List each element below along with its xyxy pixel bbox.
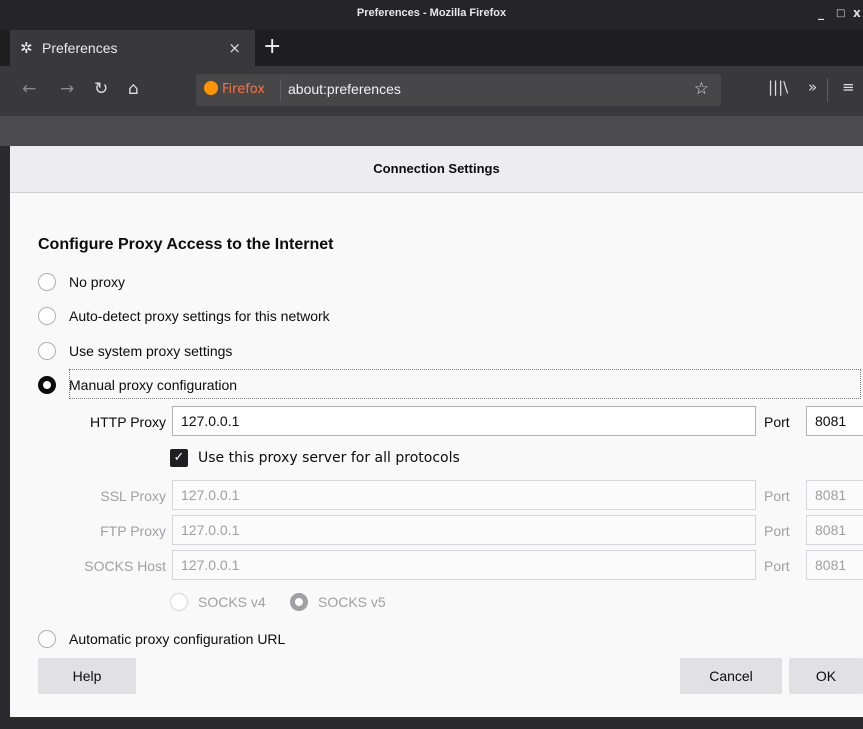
radio-label: SOCKS v4 [198, 594, 266, 610]
ftp-port-input[interactable]: 8081 [806, 515, 863, 545]
navigation-bar: ← → ↻ ⌂ Firefox about:preferences ☆ |||\… [0, 66, 863, 116]
window-titlebar: Preferences - Mozilla Firefox _ □ x [0, 0, 863, 30]
radio-button-selected[interactable] [290, 593, 308, 611]
window-bottom-edge [0, 717, 863, 729]
maximize-icon[interactable]: □ [836, 8, 845, 19]
http-port-input[interactable]: 8081 [806, 406, 863, 436]
socks-host-input[interactable]: 127.0.0.1 [172, 550, 756, 580]
ssl-proxy-label: SSL Proxy [100, 488, 166, 504]
radio-label: Use system proxy settings [69, 343, 233, 359]
connection-settings-dialog: Connection Settings Configure Proxy Acce… [10, 146, 863, 717]
page-background [0, 116, 863, 146]
firefox-identity-badge[interactable]: Firefox [204, 81, 265, 97]
radio-button[interactable] [38, 630, 56, 648]
dialog-title: Connection Settings [373, 161, 500, 176]
url-bar[interactable]: Firefox about:preferences ☆ [196, 74, 721, 106]
ftp-proxy-input[interactable]: 127.0.0.1 [172, 515, 756, 545]
tab-close-icon[interactable]: × [228, 39, 241, 57]
radio-button[interactable] [38, 307, 56, 325]
tab-label: Preferences [42, 40, 118, 56]
hamburger-menu-icon[interactable]: ≡ [842, 78, 855, 96]
http-proxy-input[interactable]: 127.0.0.1 [172, 406, 756, 436]
socks-port-label: Port [764, 558, 790, 574]
library-icon[interactable]: |||\ [768, 78, 788, 96]
ftp-port-label: Port [764, 523, 790, 539]
dialog-header: Connection Settings [10, 146, 863, 193]
window-edge [0, 146, 10, 717]
radio-button[interactable] [38, 342, 56, 360]
radio-label: Automatic proxy configuration URL [69, 631, 286, 647]
url-separator [280, 79, 281, 101]
radio-button[interactable] [170, 593, 188, 611]
identity-label: Firefox [222, 82, 266, 97]
tab-preferences[interactable]: ✲ Preferences × [10, 30, 255, 66]
ssl-port-label: Port [764, 488, 790, 504]
help-button[interactable]: Help [38, 658, 136, 694]
radio-label: SOCKS v5 [318, 594, 386, 610]
socks-host-label: SOCKS Host [84, 558, 166, 574]
ftp-proxy-label: FTP Proxy [100, 523, 166, 539]
radio-label: Manual proxy configuration [69, 377, 238, 393]
radio-button-selected[interactable] [38, 376, 56, 394]
bookmark-star-icon[interactable]: ☆ [694, 79, 709, 99]
cancel-button[interactable]: Cancel [680, 658, 782, 694]
ssl-port-input[interactable]: 8081 [806, 480, 863, 510]
section-title: Configure Proxy Access to the Internet [38, 236, 334, 253]
window-title: Preferences - Mozilla Firefox [356, 7, 507, 19]
ok-button[interactable]: OK [789, 658, 863, 694]
toolbar-separator [827, 78, 828, 102]
ssl-proxy-input[interactable]: 127.0.0.1 [172, 480, 756, 510]
http-proxy-label: HTTP Proxy [90, 414, 166, 430]
radio-button[interactable] [38, 273, 56, 291]
radio-label: No proxy [69, 274, 126, 290]
url-text[interactable]: about:preferences [288, 81, 401, 97]
use-for-all-label: Use this proxy server for all protocols [198, 450, 460, 466]
gear-icon: ✲ [20, 39, 33, 57]
minimize-icon[interactable]: _ [818, 6, 824, 20]
new-tab-icon[interactable]: + [263, 34, 281, 59]
reload-icon[interactable]: ↻ [94, 79, 108, 99]
use-for-all-checkbox[interactable]: ✓ [170, 449, 188, 467]
close-window-icon[interactable]: x [853, 6, 861, 20]
overflow-chevron-icon[interactable]: » [808, 78, 817, 96]
forward-arrow-icon[interactable]: → [60, 79, 74, 99]
socks-port-input[interactable]: 8081 [806, 550, 863, 580]
http-port-label: Port [764, 414, 790, 430]
tab-strip: ✲ Preferences × + [0, 30, 863, 66]
back-arrow-icon[interactable]: ← [22, 79, 36, 99]
home-icon[interactable]: ⌂ [128, 79, 139, 99]
firefox-logo-icon [204, 81, 218, 95]
radio-label: Auto-detect proxy settings for this netw… [69, 308, 330, 324]
